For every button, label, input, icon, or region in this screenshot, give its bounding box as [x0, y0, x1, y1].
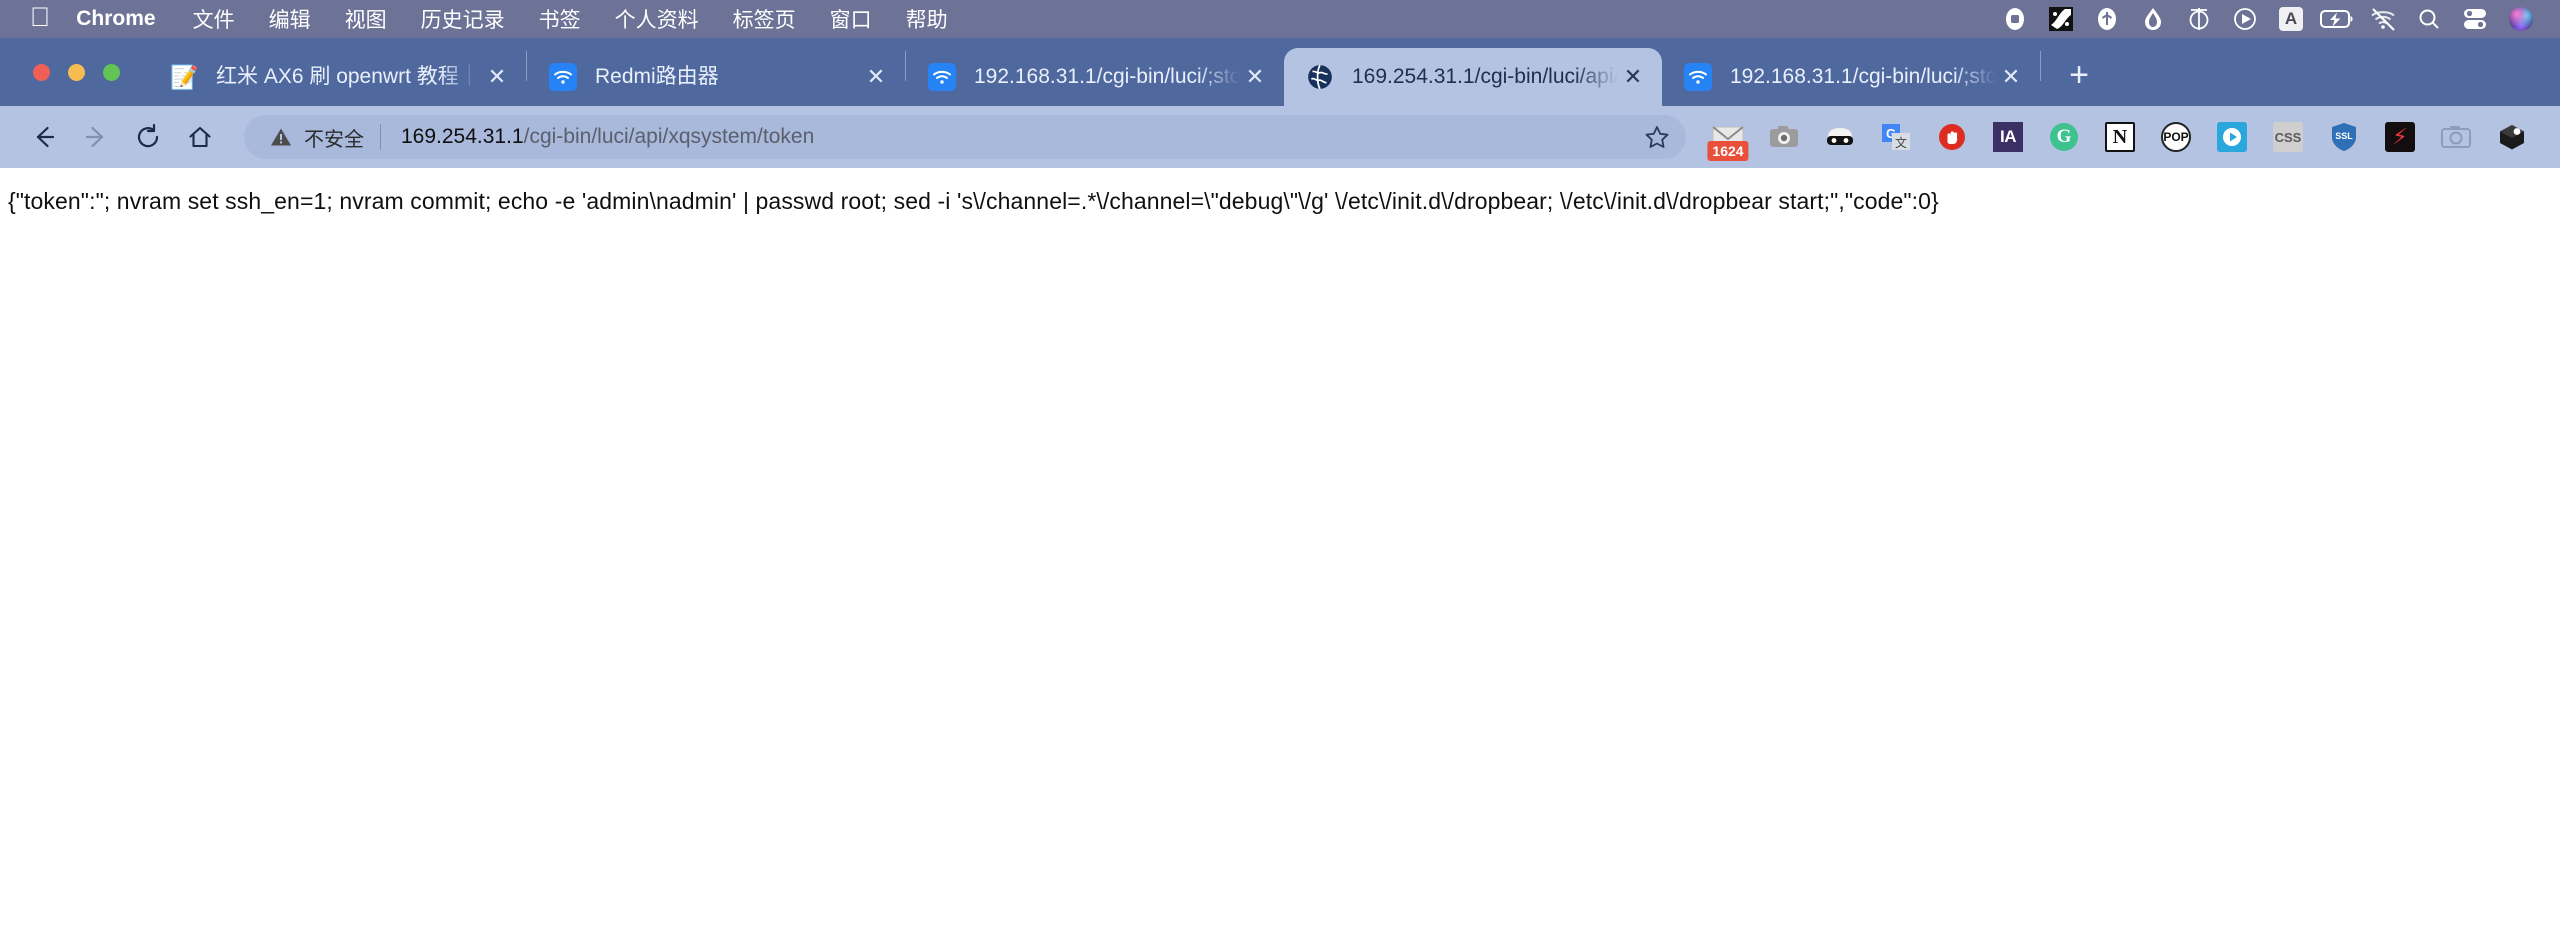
video-downloader-icon[interactable] — [2204, 111, 2260, 163]
url-path: /cgi-bin/luci/api/xqsystem/token — [523, 125, 815, 148]
extensions-bar: 1624 G文 IA G N POP CSS SSL ⚡ — [1700, 111, 2540, 163]
notion-label: N — [2105, 122, 2135, 152]
menu-item-view[interactable]: 视图 — [328, 4, 404, 34]
tab-luci-192-b[interactable]: 192.168.31.1/cgi-bin/luci/;stok= ✕ — [1662, 48, 2040, 106]
menu-item-edit[interactable]: 编辑 — [252, 4, 328, 34]
not-secure-warning-icon — [270, 127, 292, 147]
home-button[interactable] — [174, 111, 226, 163]
menu-item-history[interactable]: 历史记录 — [404, 4, 522, 34]
notion-icon[interactable]: N — [2092, 111, 2148, 163]
address-bar[interactable]: 不安全 169.254.31.1/cgi-bin/luci/api/xqsyst… — [244, 115, 1686, 159]
tab-title: 红米 AX6 刷 openwrt 教程｜软路 — [216, 65, 482, 88]
css-label: CSS — [2273, 122, 2303, 152]
pop-label: POP — [2161, 122, 2191, 152]
tab-separator — [2040, 51, 2041, 81]
svg-text:文: 文 — [1895, 135, 1907, 150]
red-lightning-icon[interactable]: ⚡ — [2372, 111, 2428, 163]
adblock-icon[interactable] — [1924, 111, 1980, 163]
tab-list: 📝 红米 AX6 刷 openwrt 教程｜软路 ✕ Redmi路由器 ✕ 19… — [148, 38, 2107, 106]
tab-title: 192.168.31.1/cgi-bin/luci/;stok= — [974, 65, 1240, 88]
play-circle-icon[interactable] — [2222, 0, 2268, 38]
chrome-browser-window: 📝 红米 AX6 刷 openwrt 教程｜软路 ✕ Redmi路由器 ✕ 19… — [0, 38, 2560, 934]
apple-logo-icon[interactable]:  — [30, 3, 50, 31]
shield-app-icon[interactable] — [2084, 0, 2130, 38]
omnibox-divider — [380, 124, 381, 150]
macos-menubar:  Chrome 文件 编辑 视图 历史记录 书签 个人资料 标签页 窗口 帮助 — [0, 0, 2560, 38]
control-center-icon[interactable] — [2452, 0, 2498, 38]
reload-button[interactable] — [122, 111, 174, 163]
input-source-A-icon[interactable]: A — [2268, 0, 2314, 38]
window-traffic-lights — [33, 64, 120, 81]
menu-item-window[interactable]: 窗口 — [813, 4, 889, 34]
wifi-icon — [549, 63, 577, 91]
tab-luci-192-a[interactable]: 192.168.31.1/cgi-bin/luci/;stok= ✕ — [906, 48, 1284, 106]
tab-close-icon[interactable]: ✕ — [1996, 62, 2026, 92]
ssl-checker-icon[interactable]: SSL — [2316, 111, 2372, 163]
spotlight-search-icon[interactable] — [2406, 0, 2452, 38]
globe-icon — [1306, 63, 1334, 91]
siri-orb — [2509, 7, 2533, 31]
page-content-area: {"token":"; nvram set ssh_en=1; nvram co… — [0, 168, 2560, 934]
droplet-icon[interactable] — [2130, 0, 2176, 38]
pop-icon[interactable]: POP — [2148, 111, 2204, 163]
json-response-text: {"token":"; nvram set ssh_en=1; nvram co… — [8, 188, 1939, 214]
circle-cross-icon[interactable] — [2176, 0, 2222, 38]
gmail-unread-badge: 1624 — [1707, 141, 1749, 161]
url-domain: 169.254.31.1 — [401, 125, 524, 148]
camera-icon[interactable] — [1756, 111, 1812, 163]
close-window-button[interactable] — [33, 64, 50, 81]
tab-close-icon[interactable]: ✕ — [1618, 62, 1648, 92]
memo-icon: 📝 — [170, 64, 199, 90]
stoplight-status-icon[interactable] — [1992, 0, 2038, 38]
gmail-icon[interactable]: 1624 — [1700, 111, 1756, 163]
wifi-icon — [928, 63, 956, 91]
screenshot-camera-icon[interactable] — [2428, 111, 2484, 163]
siri-icon[interactable] — [2498, 0, 2544, 38]
battery-charging-icon[interactable] — [2314, 0, 2360, 38]
bartender-icon[interactable] — [2038, 0, 2084, 38]
browser-toolbar: 不安全 169.254.31.1/cgi-bin/luci/api/xqsyst… — [0, 106, 2560, 168]
grammarly-icon[interactable]: G — [2036, 111, 2092, 163]
forward-button[interactable] — [70, 111, 122, 163]
wifi-icon — [1684, 63, 1712, 91]
tab-close-icon[interactable]: ✕ — [861, 62, 891, 92]
tab-close-icon[interactable]: ✕ — [482, 62, 512, 92]
menubar-status-tray: A — [1992, 0, 2560, 38]
css-inspector-icon[interactable]: CSS — [2260, 111, 2316, 163]
url-text: 169.254.31.1/cgi-bin/luci/api/xqsystem/t… — [401, 125, 814, 149]
security-status-label: 不安全 — [304, 128, 364, 151]
menu-item-tabs[interactable]: 标签页 — [716, 4, 813, 34]
tab-active-xqsystem-token[interactable]: 169.254.31.1/cgi-bin/luci/api/xq ✕ — [1284, 48, 1662, 106]
bookmark-star-icon[interactable] — [1640, 120, 1674, 154]
input-source-label: A — [2279, 7, 2303, 31]
tab-title: 169.254.31.1/cgi-bin/luci/api/xq — [1352, 65, 1618, 88]
menu-item-bookmarks[interactable]: 书签 — [522, 4, 598, 34]
tab-title: Redmi路由器 — [595, 65, 719, 88]
maximize-window-button[interactable] — [103, 64, 120, 81]
tab-title: 192.168.31.1/cgi-bin/luci/;stok= — [1730, 65, 1996, 88]
tab-close-icon[interactable]: ✕ — [1240, 62, 1270, 92]
menu-item-help[interactable]: 帮助 — [889, 4, 965, 34]
red-lightning-glyph: ⚡ — [2385, 122, 2415, 152]
back-button[interactable] — [18, 111, 70, 163]
wifi-off-icon[interactable] — [2360, 0, 2406, 38]
tab-redmi-router[interactable]: Redmi路由器 ✕ — [527, 48, 905, 106]
new-tab-button[interactable]: + — [2051, 47, 2107, 103]
tab-openwrt-tutorial[interactable]: 📝 红米 AX6 刷 openwrt 教程｜软路 ✕ — [148, 48, 526, 106]
tab-strip: 📝 红米 AX6 刷 openwrt 教程｜软路 ✕ Redmi路由器 ✕ 19… — [0, 38, 2560, 106]
profile-avatar-icon[interactable] — [2484, 111, 2540, 163]
google-translate-icon[interactable]: G文 — [1868, 111, 1924, 163]
menubar-left-group:  Chrome 文件 编辑 视图 历史记录 书签 个人资料 标签页 窗口 帮助 — [0, 0, 965, 38]
internet-archive-icon[interactable]: IA — [1980, 111, 2036, 163]
video-play-glyph — [2217, 122, 2247, 152]
menu-item-profiles[interactable]: 个人资料 — [598, 4, 716, 34]
svg-text:SSL: SSL — [2335, 131, 2353, 141]
menu-item-file[interactable]: 文件 — [176, 4, 252, 34]
incognito-mask-icon[interactable] — [1812, 111, 1868, 163]
menu-item-chrome[interactable]: Chrome — [76, 7, 175, 31]
internet-archive-label: IA — [1993, 122, 2023, 152]
minimize-window-button[interactable] — [68, 64, 85, 81]
grammarly-label: G — [2050, 123, 2078, 151]
